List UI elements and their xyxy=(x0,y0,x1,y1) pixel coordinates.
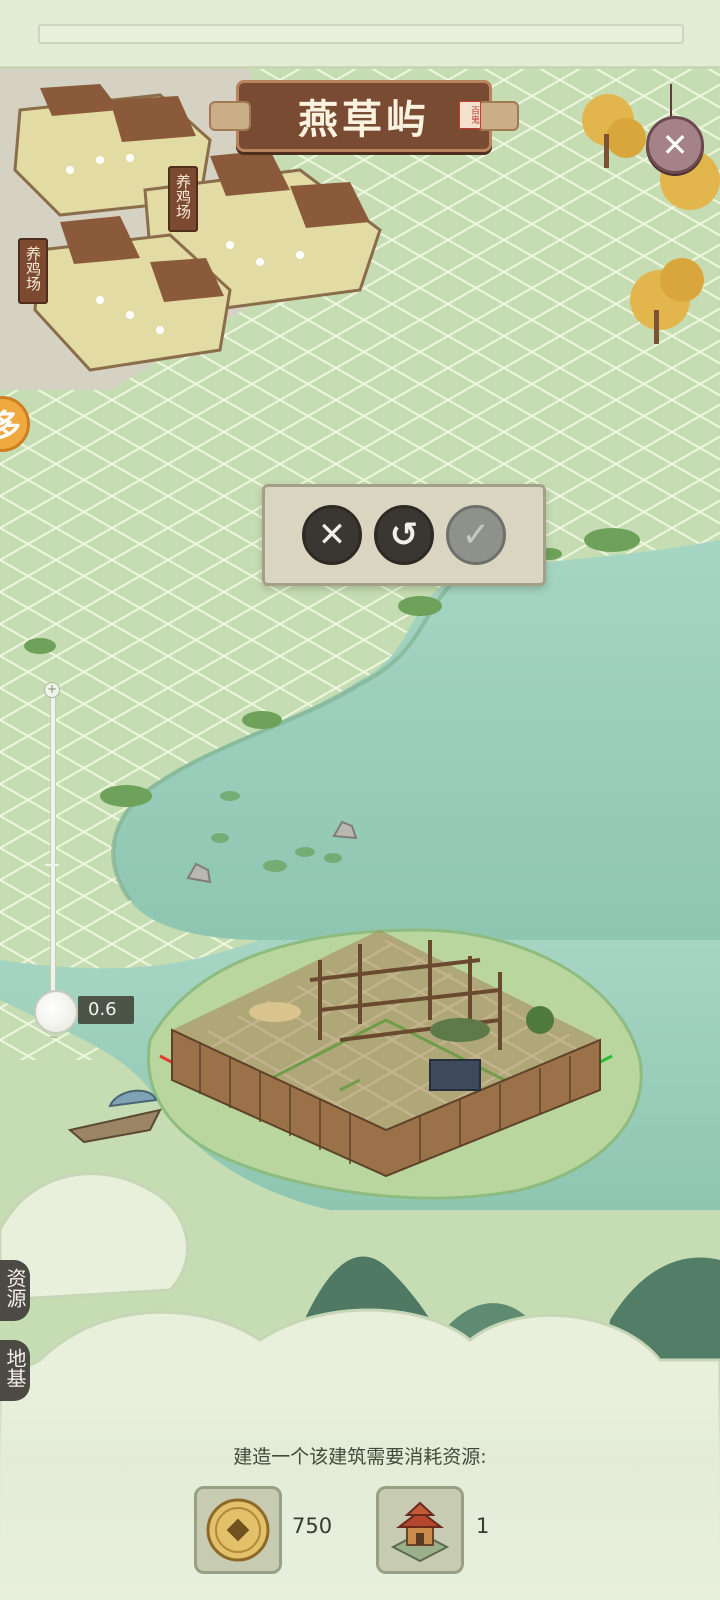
island-title-plaque: 燕草屿 百鬼 xyxy=(209,80,519,152)
rotate-placement-button[interactable]: ↺ xyxy=(374,505,434,565)
coin-icon xyxy=(206,1498,270,1562)
resources-tab[interactable]: 资源 xyxy=(0,1260,30,1321)
zoom-midpoint-tick xyxy=(45,864,59,866)
zoom-slider-track[interactable] xyxy=(50,688,56,1020)
top-frame xyxy=(0,0,720,69)
zoom-out-icon[interactable]: − xyxy=(46,1030,60,1044)
chicken-farm-sign[interactable]: 养鸡场 xyxy=(168,166,198,232)
game-scene: 燕草屿 百鬼 ✕ 养鸡场 养鸡场 多 ✕ ↺ ✓ + − 0.6 资源 地基 建… xyxy=(0,0,720,1600)
top-frame-bar xyxy=(38,24,684,44)
building-island xyxy=(147,928,643,1200)
resources-tab-label: 资源 xyxy=(3,1268,27,1308)
build-cost-title: 建造一个该建筑需要消耗资源: xyxy=(233,1446,487,1468)
island-title: 燕草屿 xyxy=(298,96,430,143)
chicken-farm-label: 养鸡场 xyxy=(174,174,192,219)
building-icon xyxy=(390,1501,450,1563)
building-cost-slot xyxy=(376,1486,464,1574)
island-map[interactable] xyxy=(0,0,720,1600)
foundation-tab-label: 地基 xyxy=(3,1348,27,1388)
cancel-icon: ✕ xyxy=(317,515,347,555)
rotate-icon: ↺ xyxy=(389,515,419,555)
cancel-placement-button[interactable]: ✕ xyxy=(302,505,362,565)
confirm-placement-button[interactable]: ✓ xyxy=(446,505,506,565)
zoom-in-icon[interactable]: + xyxy=(44,682,60,698)
lantern-string xyxy=(670,84,672,118)
placement-action-panel: ✕ ↺ ✓ xyxy=(262,484,546,586)
chicken-farm-label: 养鸡场 xyxy=(24,246,42,291)
building-cost-amount: 1 xyxy=(476,1514,490,1538)
zoom-level-readout: 0.6 xyxy=(78,996,134,1024)
zoom-slider-handle[interactable] xyxy=(34,990,78,1034)
close-button[interactable]: ✕ xyxy=(646,116,704,174)
title-seal-stamp: 百鬼 xyxy=(459,101,481,129)
checkmark-icon: ✓ xyxy=(461,515,491,555)
foundation-tab[interactable]: 地基 xyxy=(0,1340,30,1401)
coin-cost-slot xyxy=(194,1486,282,1574)
close-icon: ✕ xyxy=(661,126,689,164)
coin-cost-amount: 750 xyxy=(292,1514,333,1538)
left-edge-badge-glyph: 多 xyxy=(0,407,21,445)
chicken-farm-sign[interactable]: 养鸡场 xyxy=(18,238,48,304)
